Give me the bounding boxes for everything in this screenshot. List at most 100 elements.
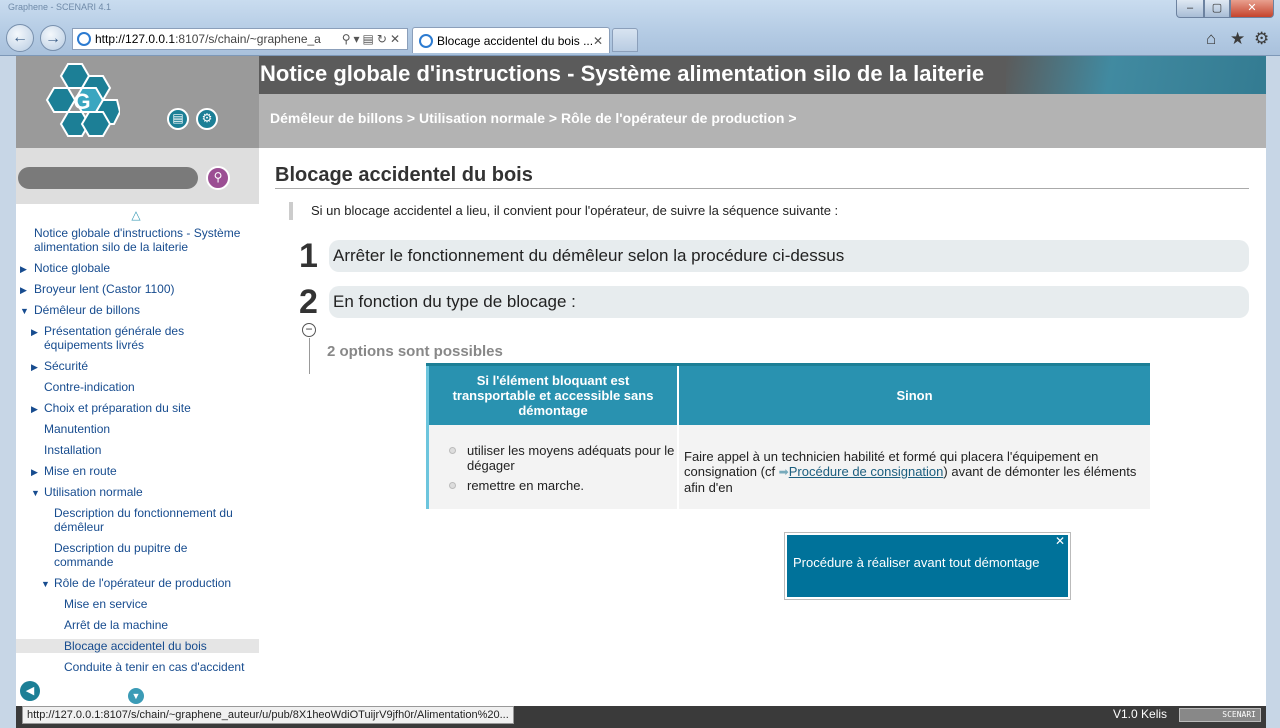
toc-item[interactable]: Contre-indication xyxy=(16,380,259,394)
toc-item[interactable]: ▶ Sécurité xyxy=(16,359,259,373)
content-title: Blocage accidentel du bois xyxy=(275,164,1249,189)
collapse-minus-icon[interactable]: − xyxy=(302,323,316,337)
tab-title: Blocage accidentel du bois ... xyxy=(437,34,594,48)
link-arrow-icon: ➡ xyxy=(778,465,789,479)
toc-item[interactable]: ▼ Utilisation normale xyxy=(16,485,259,499)
new-tab-button[interactable] xyxy=(612,28,638,52)
tab-active[interactable]: Blocage accidentel du bois ... ✕ xyxy=(412,27,610,53)
toc-item[interactable]: Installation xyxy=(16,443,259,457)
toc-item[interactable]: ▶ Mise en route xyxy=(16,464,259,478)
collapsed-arrow-icon[interactable]: ▶ xyxy=(20,262,27,276)
address-url: http://127.0.0.1:8107/s/chain/~graphene_… xyxy=(95,32,321,46)
svg-text:G: G xyxy=(73,89,90,114)
table-header-col1: Si l'élément bloquant est transportable … xyxy=(426,366,677,425)
tools-gear-icon[interactable]: ⚙ xyxy=(1254,29,1269,49)
toc-item[interactable]: ▶ Notice globale xyxy=(16,261,259,275)
table-cell-col1: utiliser les moyens adéquats pour le dég… xyxy=(426,425,677,509)
tab-close-icon[interactable]: ✕ xyxy=(593,28,603,54)
tooltip-close-icon[interactable]: ✕ xyxy=(1055,534,1065,548)
toc-item[interactable]: Notice globale d'instructions - Système … xyxy=(16,226,259,254)
maximize-button[interactable]: ▢ xyxy=(1204,0,1230,18)
address-tools-icons[interactable]: ⚲▾▤↻✕ xyxy=(342,29,403,49)
list-item: utiliser les moyens adéquats pour le dég… xyxy=(445,443,677,473)
toc-item[interactable]: Arrêt de la machine xyxy=(16,618,259,632)
page: G ▤ ⚙ Notice globale d'instructions - Sy… xyxy=(16,56,1266,706)
back-button[interactable]: ← xyxy=(6,24,34,52)
toc-item-label: Description du pupitre de commande xyxy=(54,541,188,569)
header-logo-area: G ▤ ⚙ xyxy=(16,56,259,148)
toc-item[interactable]: ▶ Présentation générale des équipements l… xyxy=(16,324,259,352)
bullet-icon xyxy=(449,482,456,489)
toc-item-label: Présentation générale des équipements li… xyxy=(44,324,185,352)
toc-item-label: Rôle de l'opérateur de production xyxy=(54,576,232,590)
minimize-button[interactable]: – xyxy=(1176,0,1204,18)
step-text: En fonction du type de blocage : xyxy=(333,292,576,311)
expanded-arrow-icon[interactable]: ▼ xyxy=(31,486,40,500)
intro-text: Si un blocage accidentel a lieu, il conv… xyxy=(289,202,1189,220)
toc-item[interactable]: ▶ Broyeur lent (Castor 1100) xyxy=(16,282,259,296)
home-icon[interactable]: ⌂ xyxy=(1206,29,1216,49)
toc-item[interactable]: Description du pupitre de commande xyxy=(16,541,259,569)
toc-item-label: Blocage accidentel du bois xyxy=(64,639,207,653)
window-title: Graphene - SCENARI 4.1 xyxy=(8,2,112,12)
link-tooltip: ✕ Procédure à réaliser avant tout démont… xyxy=(785,533,1070,599)
toc-item-label: Choix et préparation du site xyxy=(44,401,191,415)
settings-gear-icon[interactable]: ⚙ xyxy=(196,108,218,130)
toc-item-label: Notice globale xyxy=(34,261,111,275)
sidebar: ⚲ △ Notice globale d'instructions - Syst… xyxy=(16,148,259,706)
collapsed-arrow-icon[interactable]: ▶ xyxy=(31,465,38,479)
toc-back-icon[interactable]: ◀ xyxy=(20,681,40,701)
toc-item-label: Installation xyxy=(44,443,102,457)
toc-item-label: Manutention xyxy=(44,422,111,436)
search-area: ⚲ xyxy=(16,148,259,204)
collapsed-arrow-icon[interactable]: ▶ xyxy=(31,325,38,339)
toc-item[interactable]: Conduite à tenir en cas d'accident xyxy=(16,660,259,674)
search-input[interactable] xyxy=(18,167,198,189)
ie-page-icon xyxy=(77,32,91,46)
toc-scroll-up-icon[interactable]: △ xyxy=(128,208,144,222)
toc-item[interactable]: Blocage accidentel du bois xyxy=(16,639,259,653)
header-title-bar: Notice globale d'instructions - Système … xyxy=(259,56,1266,94)
search-icon[interactable]: ⚲ xyxy=(206,166,230,190)
tooltip-text: Procédure à réaliser avant tout démontag… xyxy=(793,555,1040,570)
step-text: Arrêter le fonctionnement du démêleur se… xyxy=(333,246,845,265)
close-window-button[interactable]: ✕ xyxy=(1230,0,1274,18)
collapsed-arrow-icon[interactable]: ▶ xyxy=(20,283,27,297)
toc-item-label: Contre-indication xyxy=(44,380,135,394)
toc-scroll-down-icon[interactable]: ▼ xyxy=(128,688,144,704)
list-item: remettre en marche. xyxy=(445,478,677,493)
address-bar[interactable]: http://127.0.0.1:8107/s/chain/~graphene_… xyxy=(72,28,408,50)
toc-item[interactable]: ▼ Démêleur de billons xyxy=(16,303,259,317)
toc-item-label: Conduite à tenir en cas d'accident xyxy=(64,660,245,674)
toc-item[interactable]: ▶ Choix et préparation du site xyxy=(16,401,259,415)
procedure-consignation-link[interactable]: Procédure de consignation xyxy=(789,464,944,479)
favorites-star-icon[interactable]: ★ xyxy=(1230,29,1245,49)
document-icon[interactable]: ▤ xyxy=(167,108,189,130)
toc-item[interactable]: Description du fonctionnement du démêleu… xyxy=(16,506,259,534)
header-hex-decoration xyxy=(1006,56,1266,94)
collapsed-arrow-icon[interactable]: ▶ xyxy=(31,402,38,416)
toc-item-label: Notice globale d'instructions - Système … xyxy=(34,226,241,254)
expanded-arrow-icon[interactable]: ▼ xyxy=(20,304,29,318)
toc-item-label: Broyeur lent (Castor 1100) xyxy=(34,282,175,296)
table-of-contents: Notice globale d'instructions - Système … xyxy=(16,226,259,678)
breadcrumb[interactable]: Démêleur de billons > Utilisation normal… xyxy=(270,110,797,126)
toc-item-label: Utilisation normale xyxy=(44,485,143,499)
status-bar-url: http://127.0.0.1:8107/s/chain/~graphene_… xyxy=(22,706,514,724)
browser-chrome: Graphene - SCENARI 4.1 – ▢ ✕ ← → http://… xyxy=(0,0,1280,56)
page-footer: http://127.0.0.1:8107/s/chain/~graphene_… xyxy=(16,706,1266,728)
toc-item[interactable]: Manutention xyxy=(16,422,259,436)
forward-button[interactable]: → xyxy=(40,25,66,51)
toc-item[interactable]: Mise en service xyxy=(16,597,259,611)
table-cell-col2: Faire appel à un technicien habilité et … xyxy=(679,425,1150,509)
step-2: 2 En fonction du type de blocage : xyxy=(299,283,1249,321)
scenari-logo[interactable]: SCENARI xyxy=(1179,708,1261,722)
toc-item-label: Sécurité xyxy=(44,359,89,373)
toc-item[interactable]: ▼ Rôle de l'opérateur de production xyxy=(16,576,259,590)
bullet-icon xyxy=(449,447,456,454)
step-number: 2 xyxy=(299,283,318,321)
options-table: Si l'élément bloquant est transportable … xyxy=(426,363,1150,509)
collapsed-arrow-icon[interactable]: ▶ xyxy=(31,360,38,374)
expanded-arrow-icon[interactable]: ▼ xyxy=(41,577,50,591)
graphene-logo[interactable]: G xyxy=(44,62,120,140)
